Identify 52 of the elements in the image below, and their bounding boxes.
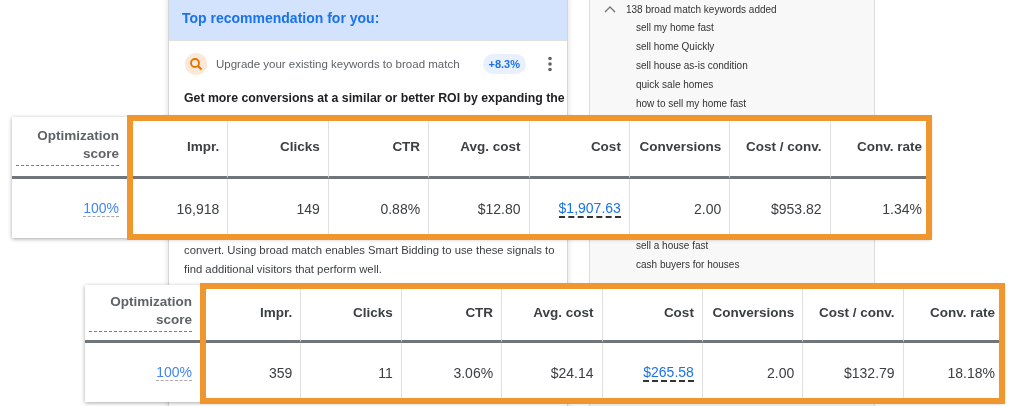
table-cell: 2.00: [767, 364, 795, 381]
column-header[interactable]: Avg. cost: [533, 303, 594, 322]
keyword-item: cash buyers for houses: [636, 259, 740, 270]
table-cell: 2.00: [694, 200, 722, 217]
cost-link[interactable]: $265.58: [643, 363, 694, 382]
search-icon: [185, 53, 207, 75]
column-header[interactable]: Avg. cost: [460, 137, 521, 156]
column-header[interactable]: Conversions: [639, 137, 722, 156]
column-header[interactable]: Cost: [590, 137, 621, 156]
recommendation-title[interactable]: Upgrade your existing keywords to broad match: [216, 58, 474, 70]
table-cell: 11: [378, 364, 393, 381]
more-options-icon[interactable]: [547, 56, 553, 72]
column-header[interactable]: Impr.: [187, 137, 220, 156]
table-cell: 1.34%: [882, 200, 922, 217]
keyword-item: quick sale homes: [636, 79, 715, 90]
table-cell: 3.06%: [453, 364, 494, 381]
keyword-item: sell home Quickly: [636, 41, 716, 52]
table-cell: $132.79: [844, 364, 895, 381]
table-cell: 149: [296, 200, 320, 217]
description-text: convert. Using broad match enables Smart Bidding to use these signals to find additional visitors that perform well.: [184, 243, 556, 277]
table-cell: 359: [269, 364, 293, 381]
column-header[interactable]: Cost / conv.: [746, 137, 822, 156]
column-header[interactable]: Clicks: [352, 303, 393, 322]
card-title: Top recommendation for you:: [182, 10, 380, 26]
chevron-up-icon[interactable]: [604, 5, 616, 13]
table-cell: $24.14: [550, 364, 594, 381]
keyword-item: how to sell my home fast: [636, 98, 748, 109]
table-cell: 0.88%: [380, 200, 421, 217]
table-cell: 16,918: [176, 200, 220, 217]
cost-link[interactable]: $1,907.63: [558, 199, 621, 218]
keyword-item: sell my home fast: [636, 22, 715, 33]
column-header[interactable]: Conv. rate: [857, 137, 922, 156]
table-cell: $953.82: [771, 200, 822, 217]
score-link[interactable]: 100%: [156, 364, 192, 381]
column-header[interactable]: Conv. rate: [930, 303, 995, 322]
column-header[interactable]: Optimization score: [16, 127, 119, 166]
table-cell: 18.18%: [947, 364, 995, 381]
column-header[interactable]: Optimization score: [89, 293, 192, 332]
column-header[interactable]: Clicks: [279, 137, 320, 156]
headline: Get more conversions at a similar or better ROI by expanding the: [183, 91, 566, 105]
column-header[interactable]: Impr.: [260, 303, 293, 322]
uplift-badge: +8.3%: [482, 54, 526, 74]
column-header[interactable]: CTR: [392, 137, 421, 156]
keyword-item: sell house as-is condition: [636, 60, 748, 71]
keyword-group-label: 138 broad match keywords added: [626, 3, 777, 15]
table-cell: $12.80: [477, 200, 521, 217]
column-header[interactable]: CTR: [465, 303, 494, 322]
column-header[interactable]: Cost: [663, 303, 694, 322]
column-header[interactable]: Cost / conv.: [819, 303, 895, 322]
score-link[interactable]: 100%: [83, 200, 119, 217]
column-header[interactable]: Conversions: [712, 303, 795, 322]
keyword-item: sell a house fast: [636, 240, 710, 251]
